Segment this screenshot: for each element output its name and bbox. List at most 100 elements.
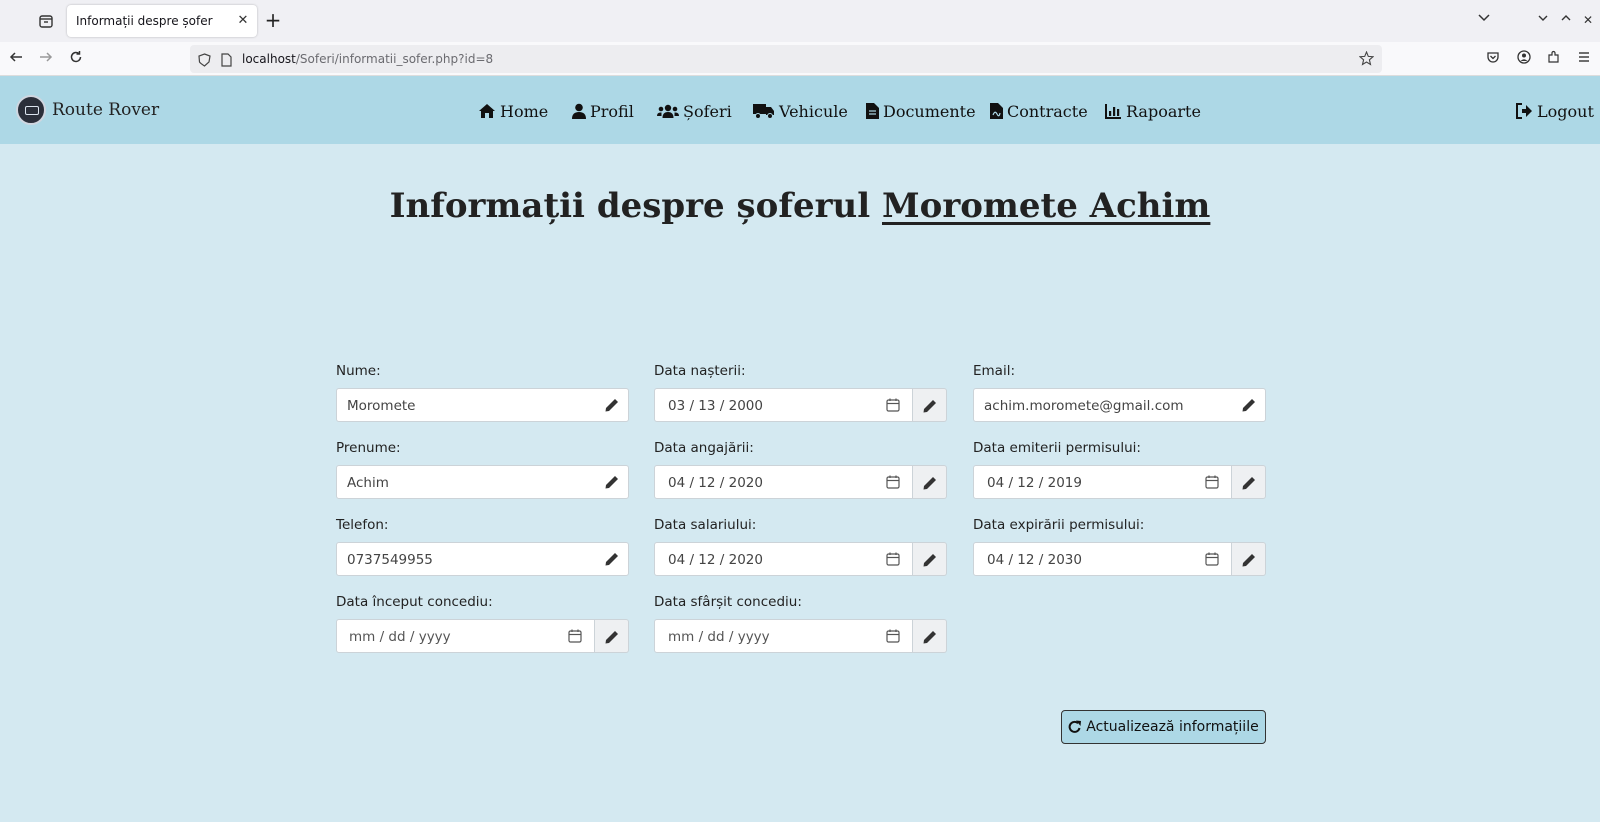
menu-item-vehicule[interactable]: Vehicule — [753, 100, 848, 122]
label-email: Email: — [973, 363, 1016, 379]
label-data-angajarii: Data angajării: — [654, 440, 754, 456]
email-value: achim.moromete@gmail.com — [984, 398, 1184, 414]
browser-navbar: localhost/Soferi/informatii_sofer.php?id… — [0, 42, 1600, 76]
file-icon — [866, 103, 879, 119]
prenume-value: Achim — [347, 475, 389, 491]
url-host: localhost — [242, 52, 296, 66]
menu-item-rapoarte[interactable]: Rapoarte — [1105, 100, 1201, 122]
label-prenume: Prenume: — [336, 440, 401, 456]
pencil-icon[interactable] — [604, 551, 620, 567]
driver-name: Moromete Achim — [882, 186, 1211, 226]
tab-title: Informații despre șofer — [76, 14, 213, 28]
menu-label-vehicule: Vehicule — [779, 101, 848, 121]
menu-item-home[interactable]: Home — [478, 100, 548, 122]
site-header: Route Rover Home Profil Șoferi Vehicule … — [0, 76, 1600, 144]
menu-item-profil[interactable]: Profil — [572, 100, 634, 122]
menu-label-documente: Documente — [883, 101, 976, 121]
user-icon — [572, 103, 586, 119]
update-info-label: Actualizează informațiile — [1086, 719, 1259, 735]
close-tab-icon[interactable]: ✕ — [233, 11, 253, 31]
browser-tabbar: Informații despre șofer ✕ + ✕ — [0, 0, 1600, 42]
page-title: Informații despre șoferul Moromete Achim — [0, 186, 1600, 226]
pencil-icon[interactable] — [604, 397, 620, 413]
pencil-icon — [1242, 554, 1255, 567]
pencil-icon — [1242, 477, 1255, 490]
menu-icon[interactable] — [1574, 49, 1594, 69]
label-data-nasterii: Data nașterii: — [654, 363, 746, 379]
menu-label-contracte: Contracte — [1007, 101, 1088, 121]
truck-icon — [753, 104, 774, 119]
pencil-icon — [923, 554, 936, 567]
url-text: localhost/Soferi/informatii_sofer.php?id… — [242, 52, 493, 66]
menu-item-documente[interactable]: Documente — [866, 100, 976, 122]
pencil-icon[interactable] — [1241, 397, 1257, 413]
nume-input[interactable]: Moromete — [336, 388, 629, 422]
data-emiterii-permisului-input[interactable]: 04 / 12 / 2019 — [973, 465, 1232, 499]
pencil-icon — [923, 631, 936, 644]
label-data-expirarii-permisului: Data expirării permisului: — [973, 517, 1145, 533]
prenume-input[interactable]: Achim — [336, 465, 629, 499]
calendar-icon[interactable] — [886, 398, 900, 412]
edit-data-emiterii-permisului-button[interactable] — [1232, 465, 1266, 499]
data-nasterii-input[interactable]: 03 / 13 / 2000 — [654, 388, 913, 422]
edit-data-inceput-concediu-button[interactable] — [595, 619, 629, 653]
page-title-prefix: Informații despre șoferul — [389, 186, 871, 226]
browser-tab-active[interactable]: Informații despre șofer ✕ — [67, 5, 257, 37]
maximize-icon[interactable] — [1556, 10, 1576, 30]
logout-link[interactable]: Logout — [1516, 100, 1594, 122]
data-nasterii-value: 03 / 13 / 2000 — [668, 398, 763, 414]
calendar-icon[interactable] — [886, 475, 900, 489]
account-icon[interactable] — [1514, 49, 1534, 69]
minimize-icon[interactable] — [1533, 10, 1553, 30]
calendar-icon[interactable] — [886, 629, 900, 643]
data-salariului-input[interactable]: 04 / 12 / 2020 — [654, 542, 913, 576]
menu-item-contracte[interactable]: Contracte — [990, 100, 1088, 122]
data-expirarii-permisului-input[interactable]: 04 / 12 / 2030 — [973, 542, 1232, 576]
tab-list-icon[interactable] — [36, 11, 56, 31]
url-path: /Soferi/informatii_sofer.php?id=8 — [295, 52, 494, 66]
pencil-icon — [605, 631, 618, 644]
edit-data-salariului-button[interactable] — [913, 542, 947, 576]
pencil-icon — [923, 477, 936, 490]
menu-label-soferi: Șoferi — [683, 101, 732, 121]
page-icon[interactable] — [220, 52, 232, 71]
update-info-button[interactable]: Actualizează informațiile — [1061, 710, 1266, 744]
telefon-value: 0737549955 — [347, 552, 433, 568]
calendar-icon[interactable] — [1205, 475, 1219, 489]
main-menu: Home Profil Șoferi Vehicule Documente Co… — [0, 100, 1600, 122]
menu-item-soferi[interactable]: Șoferi — [657, 100, 732, 122]
data-expirarii-permisului-value: 04 / 12 / 2030 — [987, 552, 1082, 568]
edit-data-nasterii-button[interactable] — [913, 388, 947, 422]
data-inceput-concediu-input[interactable]: mm / dd / yyyy — [336, 619, 595, 653]
forward-icon[interactable] — [36, 49, 56, 69]
extensions-icon[interactable] — [1544, 49, 1564, 69]
chart-icon — [1105, 104, 1121, 119]
label-data-emiterii-permisului: Data emiterii permisului: — [973, 440, 1141, 456]
menu-label-home: Home — [500, 101, 549, 121]
list-all-tabs-icon[interactable] — [1474, 10, 1494, 30]
email-input[interactable]: achim.moromete@gmail.com — [973, 388, 1266, 422]
pocket-icon[interactable] — [1483, 49, 1503, 69]
home-icon — [479, 104, 495, 118]
calendar-icon[interactable] — [886, 552, 900, 566]
logout-icon — [1516, 103, 1532, 119]
pencil-icon[interactable] — [604, 474, 620, 490]
calendar-icon[interactable] — [568, 629, 582, 643]
back-icon[interactable] — [6, 49, 26, 69]
data-angajarii-input[interactable]: 04 / 12 / 2020 — [654, 465, 913, 499]
new-tab-icon[interactable]: + — [262, 9, 284, 31]
telefon-input[interactable]: 0737549955 — [336, 542, 629, 576]
label-data-sfarsit-concediu: Data sfârșit concediu: — [654, 594, 802, 610]
shield-icon[interactable] — [198, 52, 211, 71]
url-bar[interactable]: localhost/Soferi/informatii_sofer.php?id… — [190, 45, 1382, 73]
data-sfarsit-concediu-input[interactable]: mm / dd / yyyy — [654, 619, 913, 653]
label-nume: Nume: — [336, 363, 381, 379]
edit-data-angajarii-button[interactable] — [913, 465, 947, 499]
data-salariului-value: 04 / 12 / 2020 — [668, 552, 763, 568]
bookmark-star-icon[interactable] — [1358, 50, 1375, 70]
close-window-icon[interactable]: ✕ — [1578, 10, 1598, 30]
reload-icon[interactable] — [66, 49, 86, 69]
edit-data-sfarsit-concediu-button[interactable] — [913, 619, 947, 653]
edit-data-expirarii-permisului-button[interactable] — [1232, 542, 1266, 576]
calendar-icon[interactable] — [1205, 552, 1219, 566]
